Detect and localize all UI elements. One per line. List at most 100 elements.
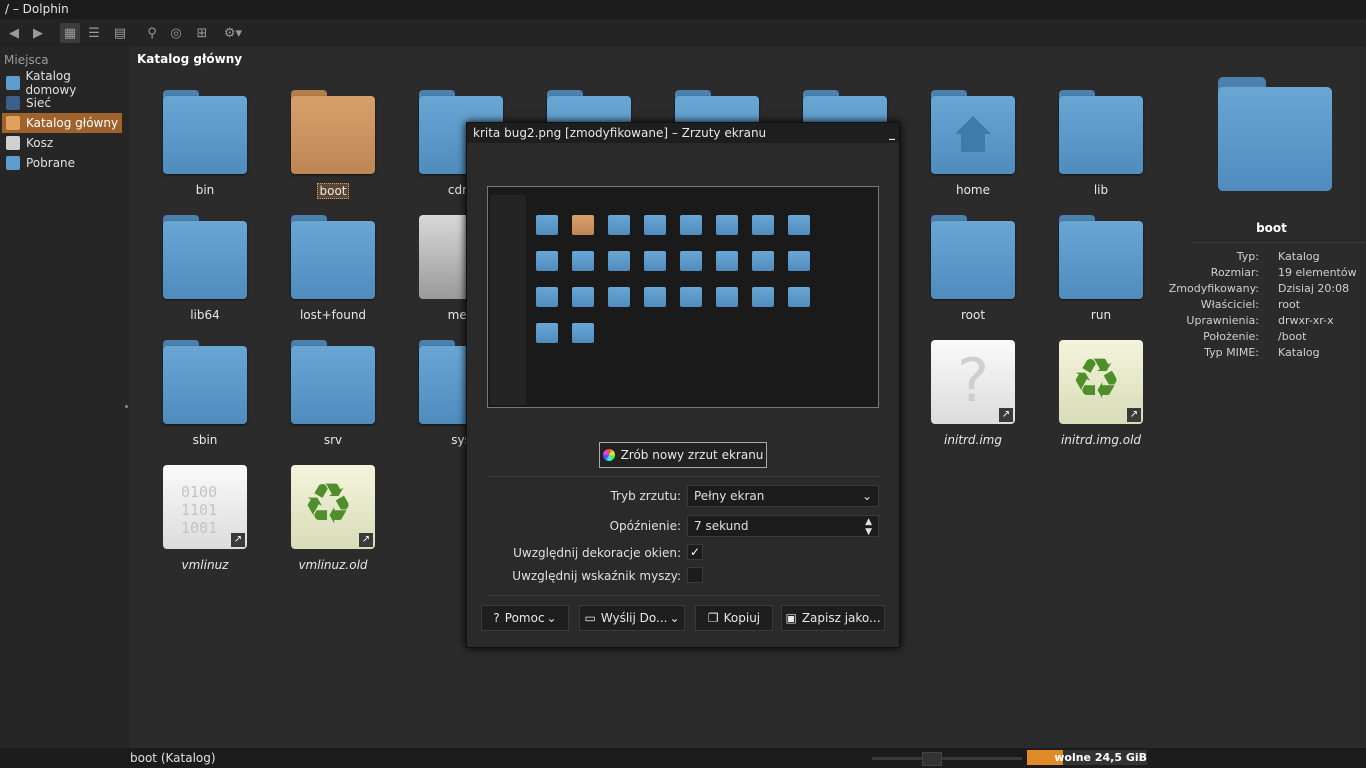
file-item[interactable]: lost+found: [274, 215, 392, 322]
file-item[interactable]: 0100 1101 1001 ↗ vmlinuz: [146, 465, 264, 572]
info-name: boot: [1256, 221, 1287, 235]
file-item[interactable]: ♻ ↗ initrd.img.old: [1042, 340, 1160, 447]
save-as-button[interactable]: ▣ Zapisz jako...: [781, 605, 885, 631]
status-text: boot (Katalog): [130, 751, 216, 765]
info-row: Typ MIME: Katalog: [1204, 346, 1320, 359]
preview-thumbnail: [788, 251, 810, 271]
file-item[interactable]: lib64: [146, 215, 264, 322]
send-to-button[interactable]: ▭ Wyślij Do... ⌄: [579, 605, 685, 631]
toolbar: ◀ ▶ ▦ ☰ ▤ ⚲ ◎ ⊞ ⚙▾: [0, 19, 1366, 47]
back-icon[interactable]: ◀: [4, 23, 24, 43]
preview-thumbnail: [716, 215, 738, 235]
file-item[interactable]: ? ↗ initrd.img: [914, 340, 1032, 447]
folder-preview-icon: [1218, 77, 1332, 193]
icons-view-icon[interactable]: ▦: [60, 23, 80, 43]
network-icon: [6, 96, 20, 110]
file-item[interactable]: srv: [274, 340, 392, 447]
info-row: Typ: Katalog: [1236, 250, 1320, 263]
unknown-file-icon: ? ↗: [931, 340, 1015, 424]
chevron-down-icon: ⌄: [669, 611, 680, 625]
window-decorations-checkbox[interactable]: ✓: [687, 544, 703, 560]
preview-thumbnail: [608, 215, 630, 235]
recycle-file-icon: ♻ ↗: [291, 465, 375, 549]
split-view-icon[interactable]: ⊞: [192, 23, 212, 43]
help-button[interactable]: ? Pomoc ⌄: [481, 605, 569, 631]
folder-icon: [291, 215, 375, 299]
window-title: / – Dolphin: [5, 2, 69, 16]
preview-thumbnail: [788, 287, 810, 307]
preview-thumbnail: [644, 287, 666, 307]
window-titlebar: / – Dolphin: [0, 0, 1366, 19]
home-icon: [6, 76, 20, 90]
help-icon: ?: [493, 611, 500, 625]
copy-button[interactable]: ❐ Kopiuj: [695, 605, 773, 631]
file-item[interactable]: sbin: [146, 340, 264, 447]
zoom-slider[interactable]: [872, 757, 1022, 760]
file-item[interactable]: boot: [274, 90, 392, 199]
downloads-icon: [6, 156, 20, 170]
preview-thumbnail: [608, 251, 630, 271]
minimize-icon[interactable]: _: [889, 123, 895, 143]
chevron-down-icon: ⌄: [861, 489, 872, 503]
sidebar-item-root[interactable]: Katalog główny: [2, 113, 122, 133]
file-item[interactable]: lib: [1042, 90, 1160, 197]
preview-thumbnail: [572, 215, 594, 235]
preview-grid: [528, 195, 828, 405]
preview-sidebar: [490, 195, 526, 405]
sidebar-item-trash[interactable]: Kosz: [2, 133, 122, 153]
dialog-title: krita bug2.png [zmodyfikowane] – Zrzuty …: [473, 126, 767, 140]
symlink-icon: ↗: [359, 533, 373, 547]
file-item[interactable]: root: [914, 215, 1032, 322]
file-item[interactable]: run: [1042, 215, 1160, 322]
binary-file-icon: 0100 1101 1001 ↗: [163, 465, 247, 549]
trash-icon: [6, 136, 20, 150]
symlink-icon: ↗: [1127, 408, 1141, 422]
status-bar: boot (Katalog) wolne 24,5 GiB: [0, 748, 1366, 768]
info-row: Położenie:/boot: [1203, 330, 1307, 343]
capture-mode-select[interactable]: Pełny ekran ⌄: [687, 485, 879, 507]
new-screenshot-button[interactable]: Zrób nowy zrzut ekranu: [599, 442, 767, 468]
forward-icon[interactable]: ▶: [28, 23, 48, 43]
preview-thumbnail: [680, 287, 702, 307]
preview-thumbnail: [536, 251, 558, 271]
mouse-pointer-checkbox[interactable]: [687, 567, 703, 583]
sidebar-item-home[interactable]: Katalog domowy: [2, 69, 122, 97]
columns-view-icon[interactable]: ▤: [110, 23, 130, 43]
root-folder-icon: [6, 116, 20, 130]
symlink-icon: ↗: [231, 533, 245, 547]
preview-thumbnail: [644, 251, 666, 271]
home-folder-icon: [931, 90, 1015, 174]
info-row: Uprawnienia: drwxr-xr-x: [1186, 314, 1334, 327]
decor-row: Uwzględnij dekoracje okien:: [513, 546, 681, 560]
sidebar-item-network[interactable]: Sieć: [2, 93, 122, 113]
mode-row: Tryb zrzutu:: [610, 489, 681, 503]
splitter-handle[interactable]: [125, 405, 128, 408]
preview-thumbnail: [536, 323, 558, 343]
chevron-down-icon: ⌄: [546, 611, 557, 625]
preview-thumbnail: [644, 215, 666, 235]
location-header: Katalog główny: [137, 52, 243, 66]
recycle-file-icon: ♻ ↗: [1059, 340, 1143, 424]
preview-thumbnail: [752, 287, 774, 307]
dialog-titlebar: krita bug2.png [zmodyfikowane] – Zrzuty …: [467, 123, 899, 143]
zoom-slider-handle[interactable]: [922, 752, 942, 766]
preview-thumbnail: [752, 215, 774, 235]
screenshot-dialog: krita bug2.png [zmodyfikowane] – Zrzuty …: [466, 122, 900, 648]
preview-icon[interactable]: ◎: [166, 23, 186, 43]
file-item[interactable]: home: [914, 90, 1032, 197]
folder-icon: [931, 215, 1015, 299]
sidebar-item-downloads[interactable]: Pobrane: [2, 153, 122, 173]
file-item[interactable]: ♻ ↗ vmlinuz.old: [274, 465, 392, 572]
spin-arrows-icon[interactable]: ▲ ▼: [865, 517, 872, 537]
info-row: Zmodyfikowany: Dzisiaj 20:08: [1168, 282, 1350, 295]
info-row: Rozmiar: 19 elementów: [1210, 266, 1357, 279]
delay-spinbox[interactable]: 7 sekund ▲ ▼: [687, 515, 879, 537]
folder-icon: [163, 340, 247, 424]
search-icon[interactable]: ⚲: [142, 23, 162, 43]
symlink-icon: ↗: [999, 408, 1013, 422]
settings-menu-icon[interactable]: ⚙▾: [220, 23, 246, 43]
details-view-icon[interactable]: ☰: [84, 23, 104, 43]
preview-thumbnail: [716, 287, 738, 307]
screenshot-preview[interactable]: [487, 186, 879, 408]
file-item[interactable]: bin: [146, 90, 264, 197]
